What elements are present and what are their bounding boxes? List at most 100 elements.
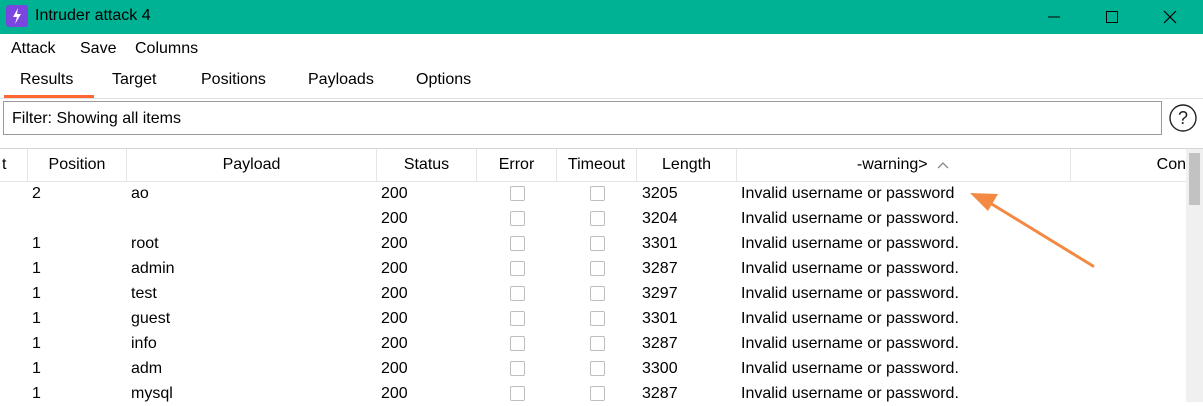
timeout-checkbox[interactable] xyxy=(590,386,605,401)
cell-payload: guest xyxy=(131,310,171,327)
cell-status: 200 xyxy=(381,360,408,377)
cell-payload: adm xyxy=(131,360,163,377)
error-checkbox[interactable] xyxy=(510,361,525,376)
col-header-payload[interactable]: Payload xyxy=(127,149,377,181)
cell-warning: Invalid username or password. xyxy=(741,310,959,327)
cell-payload: root xyxy=(131,235,159,252)
col-header-position[interactable]: Position xyxy=(28,149,127,181)
vertical-scrollbar[interactable] xyxy=(1186,149,1203,402)
error-checkbox[interactable] xyxy=(510,236,525,251)
cell-payload: ao xyxy=(131,185,149,202)
error-checkbox[interactable] xyxy=(510,186,525,201)
table-row[interactable]: 1 test 200 3297 Invalid username or password… xyxy=(0,281,1186,306)
tab-options[interactable]: Options xyxy=(416,71,471,89)
window-title: Intruder attack 4 xyxy=(35,7,151,24)
col-header-comment[interactable]: Con xyxy=(1071,149,1186,181)
timeout-checkbox[interactable] xyxy=(590,361,605,376)
cell-payload: admin xyxy=(131,260,175,277)
cell-status: 200 xyxy=(381,385,408,402)
menu-save[interactable]: Save xyxy=(80,40,116,58)
results-table: t Position Payload Status Error Timeout … xyxy=(0,148,1203,402)
timeout-checkbox[interactable] xyxy=(590,236,605,251)
col-header-status[interactable]: Status xyxy=(377,149,477,181)
filter-bar[interactable]: Filter: Showing all items xyxy=(3,101,1162,135)
cell-position: 1 xyxy=(32,335,41,352)
cell-length: 3297 xyxy=(642,285,678,302)
cell-warning: Invalid username or password. xyxy=(741,260,959,277)
table-row[interactable]: 1 mysql 200 3287 Invalid username or passwor… xyxy=(0,381,1186,406)
cell-position: 1 xyxy=(32,260,41,277)
cell-payload: test xyxy=(131,285,157,302)
cell-status: 200 xyxy=(381,185,408,202)
sort-ascending-icon xyxy=(937,161,949,169)
cell-status: 200 xyxy=(381,210,408,227)
col-header-warning[interactable]: -warning> xyxy=(737,149,1071,181)
cell-warning: Invalid username or password. xyxy=(741,335,959,352)
cell-length: 3300 xyxy=(642,360,678,377)
timeout-checkbox[interactable] xyxy=(590,261,605,276)
close-button[interactable] xyxy=(1141,0,1199,34)
timeout-checkbox[interactable] xyxy=(590,286,605,301)
tab-payloads[interactable]: Payloads xyxy=(308,71,374,89)
table-row[interactable]: 1 guest 200 3301 Invalid username or passwor… xyxy=(0,306,1186,331)
cell-payload: mysql xyxy=(131,385,173,402)
cell-length: 3301 xyxy=(642,235,678,252)
cell-status: 200 xyxy=(381,310,408,327)
tab-target[interactable]: Target xyxy=(112,71,156,89)
col-header-warning-label: -warning> xyxy=(856,156,928,173)
cell-length: 3205 xyxy=(642,185,678,202)
timeout-checkbox[interactable] xyxy=(590,211,605,226)
col-header-error[interactable]: Error xyxy=(477,149,557,181)
cell-length: 3204 xyxy=(642,210,678,227)
table-row[interactable]: 1 adm 200 3300 Invalid username or password. xyxy=(0,356,1186,381)
error-checkbox[interactable] xyxy=(510,286,525,301)
cell-position: 1 xyxy=(32,360,41,377)
error-checkbox[interactable] xyxy=(510,311,525,326)
timeout-checkbox[interactable] xyxy=(590,186,605,201)
menu-bar: Attack Save Columns xyxy=(0,34,1203,64)
col-header-timeout[interactable]: Timeout xyxy=(557,149,637,181)
cell-warning: Invalid username or password. xyxy=(741,285,959,302)
tab-positions[interactable]: Positions xyxy=(201,71,266,89)
menu-columns[interactable]: Columns xyxy=(135,40,198,58)
maximize-button[interactable] xyxy=(1083,0,1141,34)
cell-position: 2 xyxy=(32,185,41,202)
help-icon-label: ? xyxy=(1178,108,1188,128)
error-checkbox[interactable] xyxy=(510,261,525,276)
cell-position: 1 xyxy=(32,285,41,302)
table-row[interactable]: 1 root 200 3301 Invalid username or password… xyxy=(0,231,1186,256)
cell-status: 200 xyxy=(381,285,408,302)
app-lightning-icon xyxy=(6,5,28,27)
cell-warning: Invalid username or password. xyxy=(741,210,959,227)
minimize-button[interactable] xyxy=(1025,0,1083,34)
error-checkbox[interactable] xyxy=(510,386,525,401)
scrollbar-thumb[interactable] xyxy=(1189,153,1200,205)
cell-warning: Invalid username or password. xyxy=(741,385,959,402)
col-header-length[interactable]: Length xyxy=(637,149,737,181)
menu-attack[interactable]: Attack xyxy=(11,40,55,58)
timeout-checkbox[interactable] xyxy=(590,311,605,326)
table-row[interactable]: 2 ao 200 3205 Invalid username or password xyxy=(0,181,1186,206)
table-row[interactable]: 200 3204 Invalid username or password. xyxy=(0,206,1186,231)
table-row[interactable]: 1 info 200 3287 Invalid username or password… xyxy=(0,331,1186,356)
cell-length: 3301 xyxy=(642,310,678,327)
cell-warning: Invalid username or password xyxy=(741,185,955,202)
error-checkbox[interactable] xyxy=(510,211,525,226)
cell-warning: Invalid username or password. xyxy=(741,360,959,377)
table-row[interactable]: 1 admin 200 3287 Invalid username or passwor… xyxy=(0,256,1186,281)
timeout-checkbox[interactable] xyxy=(590,336,605,351)
cell-length: 3287 xyxy=(642,385,678,402)
filter-text: Filter: Showing all items xyxy=(12,110,181,127)
tab-bar: Results Target Positions Payloads Option… xyxy=(0,64,1203,99)
cell-position: 1 xyxy=(32,385,41,402)
cell-length: 3287 xyxy=(642,335,678,352)
error-checkbox[interactable] xyxy=(510,336,525,351)
cell-payload: info xyxy=(131,335,157,352)
cell-warning: Invalid username or password. xyxy=(741,235,959,252)
help-icon[interactable]: ? xyxy=(1168,103,1198,133)
table-header: t Position Payload Status Error Timeout … xyxy=(0,149,1186,182)
col-header-request[interactable]: t xyxy=(0,149,28,181)
cell-status: 200 xyxy=(381,235,408,252)
tab-results[interactable]: Results xyxy=(20,71,73,89)
cell-status: 200 xyxy=(381,335,408,352)
